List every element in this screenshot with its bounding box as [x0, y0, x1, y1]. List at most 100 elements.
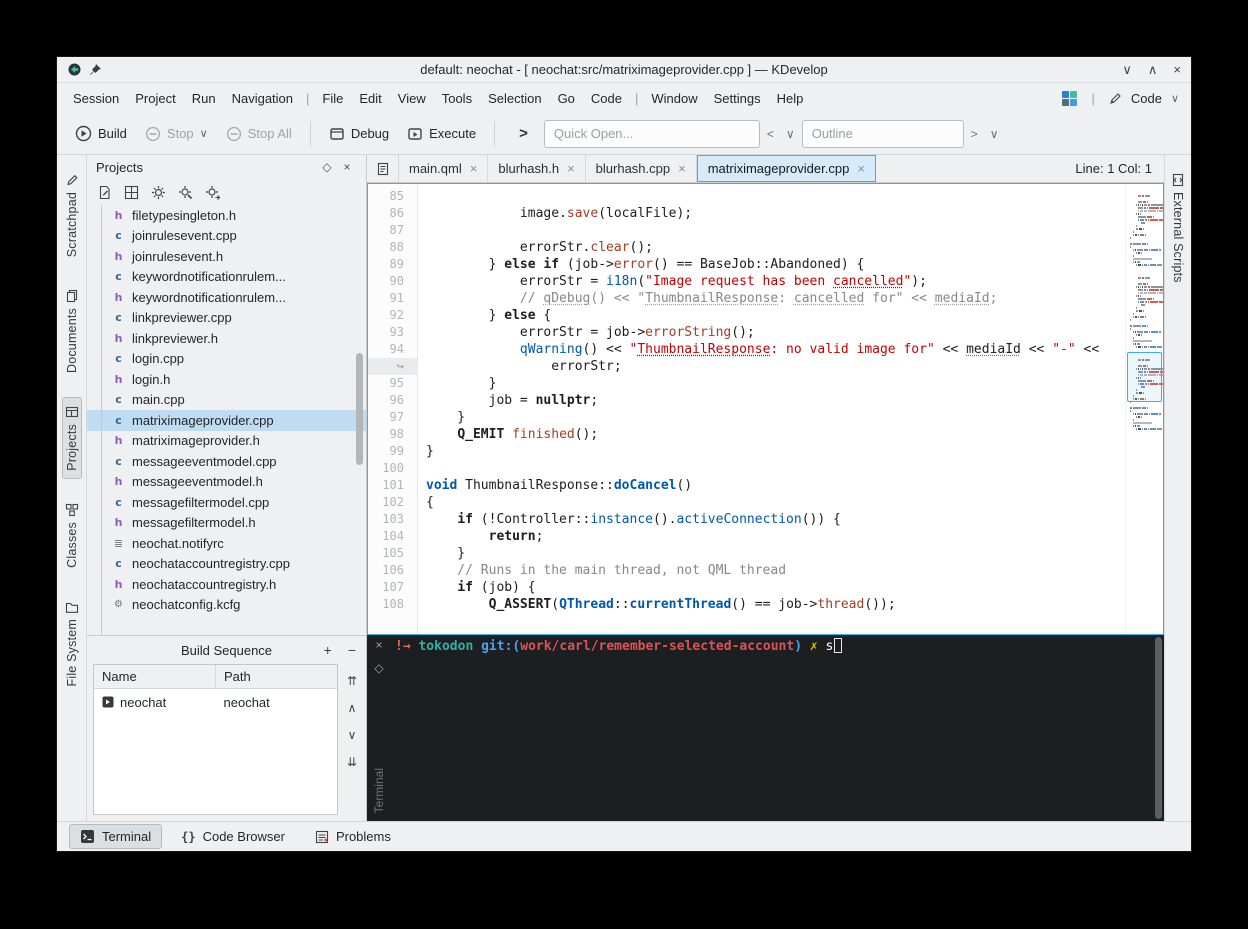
tab-close-icon[interactable]: × [470, 161, 478, 176]
chevron-down-icon[interactable]: ∨ [1171, 92, 1179, 105]
minimize-button[interactable]: ∨ [1122, 62, 1132, 78]
dock-tab-classes[interactable]: Classes [62, 495, 82, 576]
quick-open-prev-button[interactable]: < [762, 125, 779, 143]
menu-go[interactable]: Go [550, 87, 583, 110]
move-down-button[interactable]: ∨ [348, 728, 357, 742]
minimap-viewport[interactable] [1127, 352, 1162, 402]
new-document-icon[interactable] [97, 185, 112, 200]
dock-tab-projects[interactable]: Projects [62, 397, 82, 479]
line-number[interactable]: 86 [368, 205, 417, 222]
code-text-area[interactable]: image.save(localFile); errorStr.clear();… [418, 184, 1125, 634]
close-button[interactable]: × [1173, 62, 1181, 78]
targets-grid-icon[interactable] [124, 185, 139, 200]
menu-window[interactable]: Window [643, 87, 705, 110]
terminal-content[interactable]: !→ tokodon git:(work/carl/remember-selec… [391, 635, 1152, 821]
area-switcher[interactable]: Code [1131, 91, 1162, 106]
tree-item[interactable]: ≣neochat.notifyrc [87, 533, 366, 554]
line-number[interactable]: 90 [368, 273, 417, 290]
line-number[interactable]: 106 [368, 562, 417, 579]
tree-item[interactable]: hmatriximageprovider.h [87, 431, 366, 452]
menu-selection[interactable]: Selection [480, 87, 549, 110]
quick-open-input[interactable] [544, 120, 760, 148]
jump-to-prompt-icon[interactable]: > [505, 125, 542, 142]
tree-item[interactable]: cmatriximageprovider.cpp [87, 410, 366, 431]
tree-item[interactable]: hfiletypesingleton.h [87, 205, 366, 226]
stop-button[interactable]: Stop ∨ [137, 120, 216, 148]
line-number[interactable]: 93 [368, 324, 417, 341]
line-number[interactable]: 89 [368, 256, 417, 273]
debug-button[interactable]: Debug [321, 120, 397, 148]
line-number[interactable]: 99 [368, 443, 417, 460]
line-number[interactable]: ↪ [368, 358, 417, 375]
tree-item[interactable]: hneochataccountregistry.h [87, 574, 366, 595]
menu-project[interactable]: Project [127, 87, 183, 110]
tree-scrollbar[interactable] [356, 353, 363, 465]
float-terminal-button[interactable]: ◇ [374, 661, 383, 675]
line-number[interactable]: 107 [368, 579, 417, 596]
line-number[interactable]: 91 [368, 290, 417, 307]
menu-tools[interactable]: Tools [434, 87, 480, 110]
menu-view[interactable]: View [390, 87, 434, 110]
line-number[interactable]: 87 [368, 222, 417, 239]
outline-dropdown-button[interactable]: ∨ [985, 125, 1004, 143]
gear-build-icon[interactable] [178, 185, 193, 200]
menu-navigation[interactable]: Navigation [224, 87, 301, 110]
tree-item[interactable]: hmessageeventmodel.h [87, 472, 366, 493]
gear-icon[interactable] [151, 185, 166, 200]
line-number[interactable]: 108 [368, 596, 417, 613]
column-header-name[interactable]: Name [94, 665, 216, 688]
project-file-tree[interactable]: hfiletypesingleton.hcjoinrulesevent.cpph… [87, 205, 366, 635]
line-number[interactable]: 95 [368, 375, 417, 392]
dock-tab-external-scripts[interactable]: External Scripts [1168, 165, 1188, 291]
move-up-button[interactable]: ∧ [348, 701, 357, 715]
tree-item[interactable]: clinkpreviewer.cpp [87, 308, 366, 329]
tree-item[interactable]: hlogin.h [87, 369, 366, 390]
document-list-button[interactable] [367, 155, 399, 182]
statusbar-tab-terminal[interactable]: Terminal [69, 824, 162, 849]
line-number[interactable]: 88 [368, 239, 417, 256]
line-number[interactable]: 98 [368, 426, 417, 443]
tree-item[interactable]: cmessageeventmodel.cpp [87, 451, 366, 472]
tree-item[interactable]: hkeywordnotificationrulem... [87, 287, 366, 308]
menu-edit[interactable]: Edit [351, 87, 389, 110]
float-panel-button[interactable]: ◇ [317, 160, 337, 174]
tab-close-icon[interactable]: × [678, 161, 686, 176]
execute-button[interactable]: Execute [399, 120, 484, 148]
editor-tab[interactable]: matriximageprovider.cpp× [697, 155, 876, 182]
line-number[interactable]: 92 [368, 307, 417, 324]
close-panel-button[interactable]: × [337, 160, 357, 174]
line-number[interactable]: 102 [368, 494, 417, 511]
menu-session[interactable]: Session [65, 87, 127, 110]
dock-tab-documents[interactable]: Documents [62, 281, 82, 381]
gear-configure-icon[interactable] [205, 185, 220, 200]
tree-item[interactable]: hlinkpreviewer.h [87, 328, 366, 349]
line-number[interactable]: 96 [368, 392, 417, 409]
tree-item[interactable]: ckeywordnotificationrulem... [87, 267, 366, 288]
terminal-scrollbar-thumb[interactable] [1155, 637, 1162, 819]
editor-tab[interactable]: blurhash.cpp× [586, 155, 697, 182]
statusbar-tab-code-browser[interactable]: {} Code Browser [170, 824, 296, 849]
quick-open-dropdown-button[interactable]: ∨ [781, 125, 800, 143]
column-header-path[interactable]: Path [216, 665, 337, 688]
tree-item[interactable]: cjoinrulesevent.cpp [87, 226, 366, 247]
menu-run[interactable]: Run [184, 87, 224, 110]
tree-item[interactable]: hjoinrulesevent.h [87, 246, 366, 267]
close-terminal-button[interactable]: × [375, 638, 382, 652]
line-number[interactable]: 105 [368, 545, 417, 562]
area-grid-icon[interactable] [1062, 91, 1077, 106]
menu-code[interactable]: Code [583, 87, 630, 110]
statusbar-tab-problems[interactable]: Problems [304, 824, 402, 849]
move-top-button[interactable]: ⇈ [347, 674, 357, 688]
line-number[interactable]: 94 [368, 341, 417, 358]
editor-tab[interactable]: main.qml× [399, 155, 488, 182]
line-number[interactable]: 97 [368, 409, 417, 426]
tree-item[interactable]: ⚙neochatconfig.kcfg [87, 595, 366, 616]
tab-close-icon[interactable]: × [567, 161, 575, 176]
minimap[interactable] [1125, 184, 1163, 634]
table-row[interactable]: neochatneochat [94, 689, 337, 715]
tree-item[interactable]: clogin.cpp [87, 349, 366, 370]
tree-item[interactable]: cneochataccountregistry.cpp [87, 554, 366, 575]
line-number[interactable]: 104 [368, 528, 417, 545]
menu-file[interactable]: File [314, 87, 351, 110]
add-target-button[interactable]: + [324, 642, 332, 658]
